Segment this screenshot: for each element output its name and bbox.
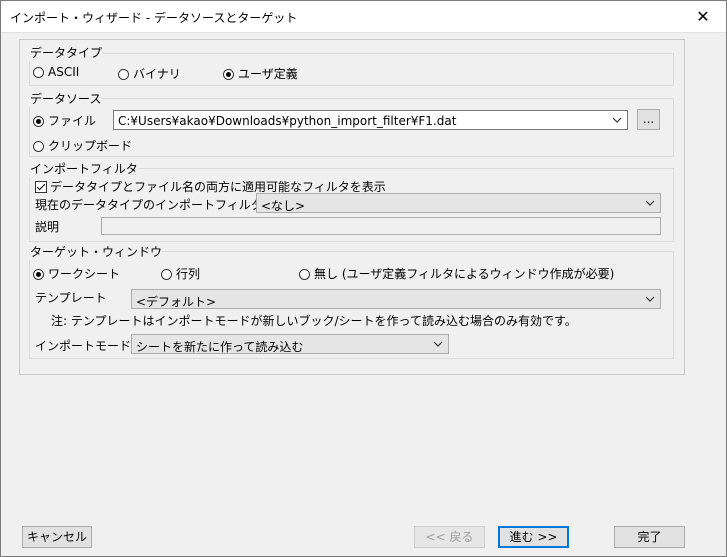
radio-none-label: 無し (ユーザ定義フィルタによるウィンドウ作成が必要) (314, 267, 615, 281)
template-value: <デフォルト> (136, 295, 217, 309)
radio-file-indicator[interactable] (33, 116, 44, 127)
radio-clipboard-label: クリップボード (48, 139, 133, 153)
window-title: インポート・ウィザード - データソースとターゲット (10, 11, 298, 25)
close-button[interactable]: ✕ (680, 1, 726, 32)
show-filters-checkbox-indicator[interactable] (35, 181, 47, 193)
browse-button[interactable]: ... (637, 109, 660, 130)
description-field (101, 217, 661, 235)
chevron-down-icon (433, 341, 443, 347)
radio-worksheet-indicator[interactable] (33, 269, 44, 280)
radio-file-label: ファイル (48, 114, 97, 128)
chevron-down-icon (645, 296, 655, 302)
import-mode-label: インポートモード (35, 339, 132, 353)
radio-binary-label: バイナリ (133, 67, 181, 81)
radio-none[interactable]: 無し (ユーザ定義フィルタによるウィンドウ作成が必要) (299, 265, 614, 282)
cancel-button[interactable]: キャンセル (22, 526, 92, 548)
file-path-combo[interactable]: C:¥Users¥akao¥Downloads¥python_import_fi… (113, 110, 628, 130)
current-filter-value: <なし> (261, 199, 306, 213)
current-filter-combo[interactable]: <なし> (256, 193, 661, 213)
radio-clipboard-indicator[interactable] (33, 141, 44, 152)
chevron-down-icon (645, 200, 655, 206)
import-filter-group-label: インポートフィルタ (29, 160, 139, 177)
radio-worksheet[interactable]: ワークシート (33, 265, 120, 282)
radio-matrix[interactable]: 行列 (161, 265, 200, 282)
template-note: 注: テンプレートはインポートモードが新しいブック/シートを作って読み込む場合の… (51, 314, 577, 328)
radio-ascii[interactable]: ASCII (33, 65, 79, 79)
template-label: テンプレート (35, 291, 107, 305)
import-mode-value: シートを新たに作って読み込む (136, 340, 304, 354)
title-bar[interactable]: インポート・ウィザード - データソースとターゲット ✕ (1, 1, 726, 33)
radio-clipboard[interactable]: クリップボード (33, 137, 132, 154)
description-label: 説明 (35, 220, 60, 234)
current-filter-label: 現在のデータタイプのインポートフィルタ (35, 198, 263, 212)
radio-binary-indicator[interactable] (118, 69, 129, 80)
chevron-down-icon (612, 117, 622, 123)
radio-ascii-indicator[interactable] (33, 67, 44, 78)
import-wizard-dialog: インポート・ウィザード - データソースとターゲット ✕ データタイプ ASCI… (0, 0, 727, 557)
radio-binary[interactable]: バイナリ (118, 65, 181, 82)
radio-matrix-label: 行列 (176, 267, 201, 281)
radio-user-defined-label: ユーザ定義 (238, 67, 298, 81)
close-icon: ✕ (696, 7, 710, 26)
data-source-group-label: データソース (29, 90, 103, 107)
finish-button[interactable]: 完了 (614, 526, 685, 548)
template-combo[interactable]: <デフォルト> (131, 289, 661, 309)
radio-user-defined-indicator[interactable] (223, 69, 234, 80)
data-type-group-label: データタイプ (29, 44, 104, 61)
target-window-group-label: ターゲット・ウィンドウ (29, 243, 164, 260)
radio-ascii-label: ASCII (48, 65, 80, 79)
import-mode-combo[interactable]: シートを新たに作って読み込む (131, 334, 449, 354)
radio-none-indicator[interactable] (299, 269, 310, 280)
wizard-page: データタイプ ASCII バイナリ ユーザ定義 データソース ファイル C:¥U… (19, 39, 685, 375)
show-filters-checkbox-label: データタイプとファイル名の両方に適用可能なフィルタを表示 (50, 180, 386, 194)
radio-worksheet-label: ワークシート (48, 267, 121, 281)
file-path-value: C:¥Users¥akao¥Downloads¥python_import_fi… (118, 114, 457, 128)
radio-user-defined[interactable]: ユーザ定義 (223, 65, 298, 82)
radio-matrix-indicator[interactable] (161, 269, 172, 280)
radio-file[interactable]: ファイル (33, 112, 96, 129)
next-button[interactable]: 進む >> (498, 526, 569, 548)
back-button[interactable]: << 戻る (414, 526, 485, 548)
